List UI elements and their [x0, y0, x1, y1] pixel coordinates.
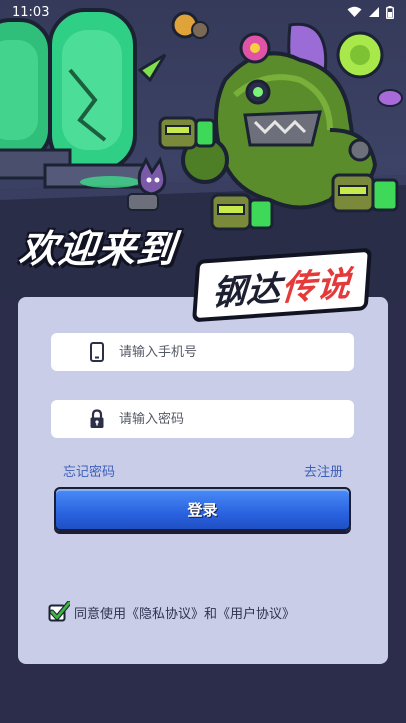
- wifi-icon: [347, 6, 362, 17]
- password-input[interactable]: [119, 400, 344, 438]
- logo-text-part-b: 传说: [280, 263, 353, 309]
- game-logo: 钢达传说: [192, 247, 372, 323]
- phone-icon: [88, 342, 106, 362]
- forgot-password-link[interactable]: 忘记密码: [63, 461, 115, 480]
- status-bar: 11:03: [0, 0, 406, 24]
- game-logo-text: 钢达传说: [210, 255, 353, 314]
- agreement-row: 同意使用《隐私协议》和《用户协议》: [48, 601, 295, 623]
- login-button-label: 登录: [187, 500, 218, 519]
- password-field[interactable]: [51, 400, 354, 438]
- phone-field[interactable]: [51, 333, 354, 371]
- battery-icon: [386, 5, 394, 19]
- welcome-title: 欢迎来到: [17, 227, 178, 271]
- status-icons: [347, 5, 394, 19]
- logo-text-part-a: 钢达: [210, 268, 284, 314]
- login-button[interactable]: 登录: [54, 487, 351, 531]
- lock-icon: [88, 409, 106, 429]
- login-card: 忘记密码 去注册 登录 同意使用《隐私协议》和《用户协议》: [18, 297, 388, 664]
- phone-input[interactable]: [119, 333, 344, 371]
- checkbox-checked-icon[interactable]: [48, 601, 70, 623]
- signal-icon: [369, 7, 379, 17]
- register-link[interactable]: 去注册: [304, 461, 343, 480]
- agreement-text[interactable]: 同意使用《隐私协议》和《用户协议》: [74, 603, 295, 622]
- status-time: 11:03: [12, 4, 50, 20]
